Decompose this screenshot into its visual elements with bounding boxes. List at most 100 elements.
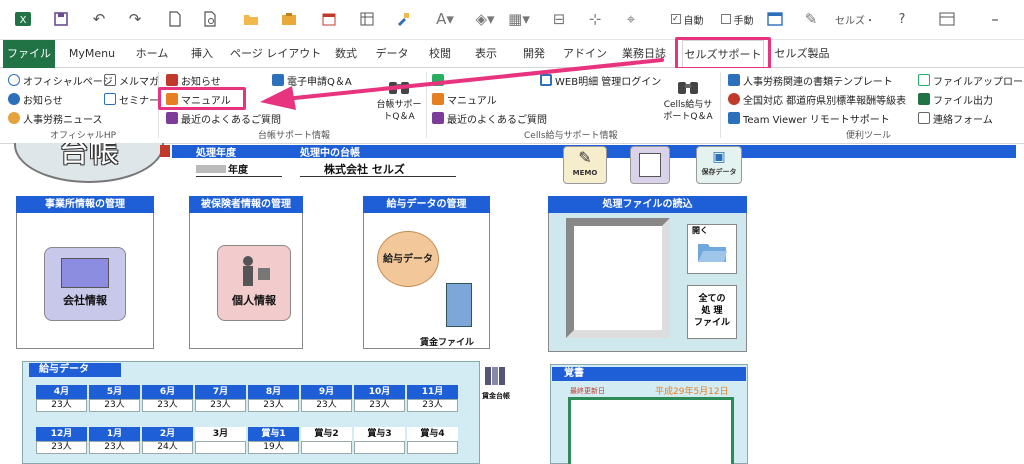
personal-info-button[interactable]: 個人情報 [217, 245, 291, 321]
seminar-button[interactable]: セミナー [104, 91, 159, 107]
daicho-support-qa-line2: トQ＆A [383, 112, 415, 122]
tab-data[interactable]: データ [370, 40, 414, 68]
month-header[interactable]: 賞与4 [407, 427, 458, 441]
new-book-button[interactable] [630, 146, 670, 184]
memo-button[interactable]: ✎ MEMO [563, 146, 607, 184]
open-label: 開く [692, 226, 708, 235]
month-header[interactable]: 11月 [407, 385, 458, 399]
month-header[interactable]: 6月 [142, 385, 193, 399]
wage-file-label[interactable]: 賃金ファイル [420, 335, 474, 348]
auto-calc-checkbox[interactable]: ✓ 自動 [662, 8, 712, 30]
salary-data-title: 給与データの管理 [363, 196, 490, 213]
labor-news-label: 人事労務ニュース [23, 114, 103, 126]
tab-page-layout[interactable]: ページ レイアウト [230, 40, 321, 68]
open-folder-icon[interactable] [240, 8, 262, 30]
redo-icon[interactable]: ↷ [124, 8, 146, 30]
daicho-news-button[interactable]: お知らせ [166, 72, 221, 88]
official-news-button[interactable]: お知らせ [8, 91, 63, 107]
save-data-button[interactable]: ▣ 保存データ [696, 146, 742, 184]
standard-pay-table-button[interactable]: 全国対応 都道府県別標準報酬等級表 [728, 91, 906, 107]
selection-icon[interactable]: ⌖ [620, 8, 642, 30]
merge-icon[interactable]: ⊟ [548, 8, 570, 30]
minimize-icon[interactable]: – [984, 8, 1006, 30]
web-payslip-label: WEB明細 管理ログイン [555, 76, 662, 88]
faq-icon [166, 112, 178, 124]
all-files-button[interactable]: 全ての 処 理 ファイル [687, 285, 737, 339]
month-header[interactable]: 1月 [89, 427, 140, 441]
contact-form-label: 連絡フォーム [933, 114, 993, 126]
cells-kyuyo-qa-button[interactable]: Cells給与サ ポートQ＆A [660, 76, 716, 126]
kyuyo-manual-button[interactable]: マニュアル [432, 91, 497, 107]
month-header[interactable]: 4月 [36, 385, 87, 399]
tab-formulas[interactable]: 数式 [324, 40, 368, 68]
diagram-icon[interactable]: ⊹ [584, 8, 606, 30]
e-application-qa-button[interactable]: 電子申請Q＆A [272, 72, 352, 88]
file-output-icon [918, 93, 930, 105]
tab-view[interactable]: 表示 [464, 40, 508, 68]
hr-templates-button[interactable]: 人事労務関連の書類テンプレート [728, 72, 893, 88]
undo-icon[interactable]: ↶ [88, 8, 110, 30]
labor-news-button[interactable]: 人事労務ニュース [8, 110, 103, 126]
month-header[interactable]: 賞与2 [301, 427, 352, 441]
save-icon[interactable] [50, 8, 72, 30]
daicho-faq-button[interactable]: 最近のよくあるご質問 [166, 110, 281, 126]
form-icon [918, 112, 930, 124]
month-headcount: 23人 [407, 399, 458, 412]
wage-book-icon[interactable]: 賃金台帳 [482, 365, 512, 400]
window-icon[interactable] [764, 8, 786, 30]
folder-icon[interactable] [278, 8, 300, 30]
tab-file[interactable]: ファイル [3, 40, 55, 68]
tab-insert[interactable]: 挿入 [180, 40, 224, 68]
month-header[interactable]: 賞与1 [248, 427, 299, 441]
tab-business-log[interactable]: 業務日誌 [614, 40, 674, 68]
group-daicho-support: 台帳サポート情報 [258, 131, 331, 141]
memo-panel-title: 覚書 [552, 367, 746, 381]
tab-home[interactable]: ホーム [130, 40, 174, 68]
borders-icon[interactable]: ▦▾ [504, 8, 534, 30]
mailmag-button[interactable]: メルマガ [104, 72, 159, 88]
format-painter-icon[interactable] [392, 8, 414, 30]
company-info-button[interactable]: 会社情報 [44, 247, 126, 321]
month-header[interactable]: 5月 [89, 385, 140, 399]
official-page-button[interactable]: オフィシャルページ [8, 72, 113, 88]
team-viewer-button[interactable]: Team Viewer リモートサポート [728, 110, 890, 126]
month-header[interactable]: 賞与3 [354, 427, 405, 441]
help-button[interactable]: ? [892, 8, 912, 30]
manual-highlight-frame [158, 87, 246, 110]
table-icon[interactable] [356, 8, 378, 30]
tab-review[interactable]: 校閲 [418, 40, 462, 68]
contact-form-button[interactable]: 連絡フォーム [918, 110, 993, 126]
font-color-icon[interactable]: A▾ [430, 8, 460, 30]
memo-textarea[interactable] [568, 397, 734, 464]
binder-icon [446, 283, 472, 327]
file-upload-button[interactable]: ファイルアップロード [918, 72, 1024, 88]
manual-calc-checkbox[interactable]: 手動 [712, 8, 762, 30]
daicho-support-qa-button[interactable]: 台帳サポー トQ＆A [374, 76, 424, 126]
month-header[interactable]: 2月 [142, 427, 193, 441]
pen-icon[interactable]: ✎ [800, 8, 822, 30]
month-header[interactable]: 10月 [354, 385, 405, 399]
month-header[interactable]: 3月 [195, 427, 246, 441]
month-headcount: 23人 [89, 441, 140, 454]
open-button[interactable]: 開く [687, 224, 737, 274]
fill-color-icon[interactable]: ◈▾ [470, 8, 500, 30]
new-file-icon[interactable] [164, 8, 186, 30]
file-output-button[interactable]: ファイル出力 [918, 91, 993, 107]
kyuyo-news-button[interactable] [432, 72, 444, 88]
cells-menu[interactable]: セルズ・ [830, 8, 880, 30]
web-payslip-login-button[interactable]: WEB明細 管理ログイン [540, 72, 661, 88]
tab-cells-products[interactable]: セルズ製品 [770, 40, 834, 68]
salary-months-row-2: 12月 23人 1月 23人 2月 24人 3月 賞与1 19人 賞与2 賞与3 賞与4 [36, 427, 460, 455]
print-preview-icon[interactable] [200, 8, 222, 30]
salary-data-button[interactable]: 給与データ [377, 231, 439, 287]
month-header[interactable]: 12月 [36, 427, 87, 441]
tab-mymenu[interactable]: MyMenu [62, 40, 122, 68]
month-header[interactable]: 7月 [195, 385, 246, 399]
month-header[interactable]: 9月 [301, 385, 352, 399]
kyuyo-faq-button[interactable]: 最近のよくあるご質問 [432, 110, 547, 126]
calendar-icon[interactable] [318, 8, 340, 30]
ribbon-display-icon[interactable] [936, 8, 958, 30]
tab-developer[interactable]: 開発 [512, 40, 556, 68]
month-header[interactable]: 8月 [248, 385, 299, 399]
tab-addins[interactable]: アドイン [560, 40, 610, 68]
